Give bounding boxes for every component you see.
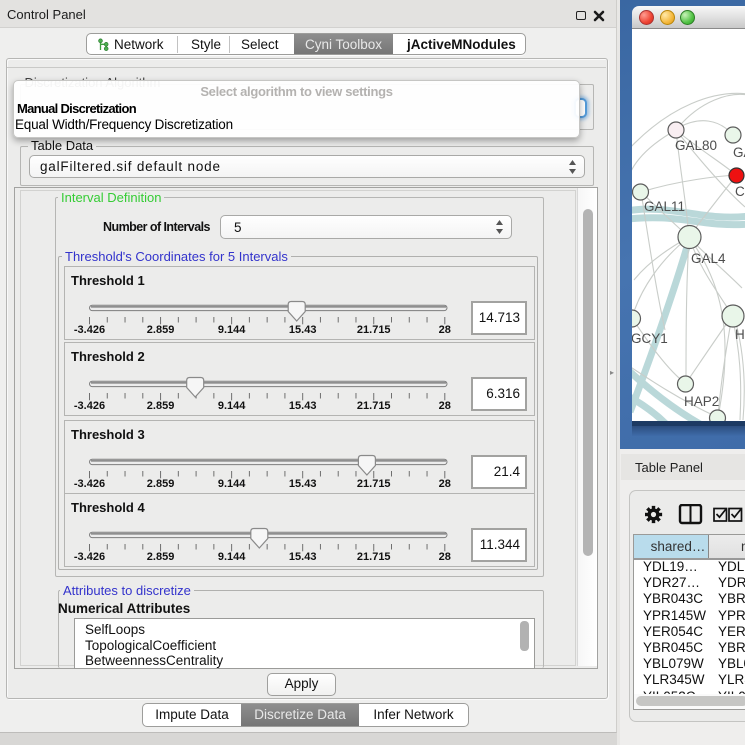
svg-text:28: 28 — [439, 551, 451, 563]
svg-text:15.43: 15.43 — [289, 478, 317, 490]
svg-text:GAL11: GAL11 — [644, 199, 685, 214]
svg-text:15.43: 15.43 — [289, 551, 317, 563]
svg-text:21.715: 21.715 — [357, 478, 391, 490]
svg-text:2.859: 2.859 — [147, 551, 175, 563]
svg-text:9.144: 9.144 — [218, 478, 246, 490]
svg-text:21.715: 21.715 — [357, 400, 391, 412]
svg-text:GAL80: GAL80 — [675, 138, 717, 153]
svg-text:15.43: 15.43 — [289, 324, 317, 336]
svg-text:2.859: 2.859 — [147, 324, 175, 336]
svg-text:-3.426: -3.426 — [74, 400, 105, 412]
svg-text:GCY1: GCY1 — [632, 331, 668, 346]
svg-text:GA: GA — [733, 145, 745, 160]
svg-text:28: 28 — [439, 400, 451, 412]
svg-text:9.144: 9.144 — [218, 400, 246, 412]
svg-text:-3.426: -3.426 — [74, 478, 105, 490]
svg-text:-3.426: -3.426 — [74, 551, 105, 563]
svg-text:C: C — [735, 184, 745, 199]
svg-text:GAL4: GAL4 — [691, 251, 726, 266]
svg-text:28: 28 — [439, 324, 451, 336]
svg-text:21.715: 21.715 — [357, 551, 391, 563]
svg-text:-3.426: -3.426 — [74, 324, 105, 336]
svg-text:9.144: 9.144 — [218, 551, 246, 563]
svg-text:15.43: 15.43 — [289, 400, 317, 412]
svg-text:2.859: 2.859 — [147, 400, 175, 412]
svg-text:28: 28 — [439, 478, 451, 490]
svg-text:H: H — [735, 327, 745, 342]
svg-text:9.144: 9.144 — [218, 324, 246, 336]
svg-text:21.715: 21.715 — [357, 324, 391, 336]
svg-text:2.859: 2.859 — [147, 478, 175, 490]
svg-text:HAP2: HAP2 — [684, 394, 719, 409]
